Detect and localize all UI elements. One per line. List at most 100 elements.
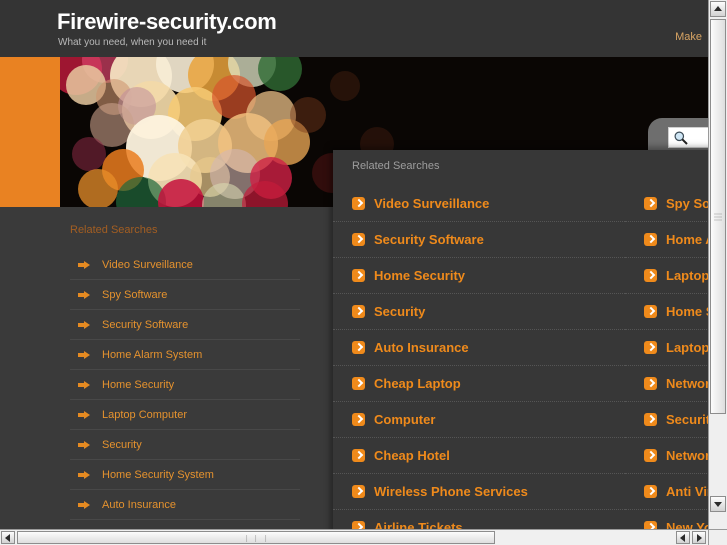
overlay-item-label: Networ [666, 376, 708, 391]
sidebar-item-label: Spy Software [102, 288, 168, 301]
overlay-item-label: Security [374, 304, 426, 319]
overlay-item-video-surveillance[interactable]: Video Surveillance [333, 186, 625, 222]
search-input[interactable] [668, 127, 708, 148]
sidebar-item-label: Home Security [102, 378, 175, 391]
overlay-item-anti-virus[interactable]: Anti Vir [625, 474, 708, 510]
overlay-item-label: Home S [666, 304, 708, 319]
sidebar-item-label: Security Software [102, 318, 189, 331]
chevron-right-badge-icon [352, 341, 365, 354]
overlay-item-label: New Yo [666, 520, 708, 529]
header-corner-link[interactable]: Make [675, 31, 702, 43]
scroll-right-arrow-icon [697, 533, 702, 542]
site-tagline: What you need, when you need it [58, 37, 207, 48]
scroll-right-button-left-pair[interactable] [676, 531, 690, 544]
sidebar-item-laptop-computer[interactable]: Laptop Computer [70, 400, 300, 430]
overlay-item-home-security-system[interactable]: Home S [625, 294, 708, 330]
chevron-right-badge-icon [644, 233, 657, 246]
sidebar-item-label: Home Alarm System [102, 348, 203, 361]
overlay-item-wireless-phone-services[interactable]: Wireless Phone Services [333, 474, 625, 510]
horizontal-scrollbar[interactable] [0, 529, 708, 545]
arrow-right-icon [78, 440, 90, 449]
overlay-item-network-2[interactable]: Networ [625, 438, 708, 474]
chevron-right-badge-icon [644, 341, 657, 354]
vertical-scrollbar-thumb[interactable] [710, 19, 726, 414]
sidebar-item-video-surveillance[interactable]: Video Surveillance [70, 250, 300, 280]
page-content: Firewire-security.com What you need, whe… [0, 0, 708, 529]
overlay-item-label: Cheap Hotel [374, 448, 450, 463]
overlay-item-label: Airline Tickets [374, 520, 463, 529]
overlay-left-column: Video Surveillance Security Software Hom… [333, 186, 625, 529]
chevron-right-badge-icon [352, 377, 365, 390]
overlay-item-label: Home A [666, 232, 708, 247]
arrow-right-icon [78, 350, 90, 359]
sidebar-item-label: Video Surveillance [102, 258, 193, 271]
chevron-right-badge-icon [352, 197, 365, 210]
scroll-down-button[interactable] [710, 496, 726, 512]
overlay-columns: Video Surveillance Security Software Hom… [333, 186, 708, 529]
arrow-right-icon [78, 380, 90, 389]
sidebar-item-security[interactable]: Security [70, 430, 300, 460]
overlay-item-computer[interactable]: Computer [333, 402, 625, 438]
chevron-right-badge-icon [644, 413, 657, 426]
chevron-right-badge-icon [352, 305, 365, 318]
browser-viewport: Firewire-security.com What you need, whe… [0, 0, 727, 545]
chevron-right-badge-icon [352, 521, 365, 529]
arrow-right-icon [78, 290, 90, 299]
overlay-item-label: Video Surveillance [374, 196, 490, 211]
scroll-down-arrow-icon [714, 502, 722, 507]
overlay-item-home-alarm[interactable]: Home A [625, 222, 708, 258]
scrollbar-grip-icon [244, 529, 268, 545]
arrow-right-icon [78, 410, 90, 419]
sidebar-item-home-security-system[interactable]: Home Security System [70, 460, 300, 490]
chevron-right-badge-icon [644, 377, 657, 390]
related-searches-overlay: Related Searches Video Surveillance Secu… [333, 150, 708, 529]
overlay-item-label: Anti Vir [666, 484, 708, 499]
arrow-right-icon [78, 320, 90, 329]
overlay-item-network-1[interactable]: Networ [625, 366, 708, 402]
arrow-right-icon [78, 500, 90, 509]
sidebar-item-auto-insurance[interactable]: Auto Insurance [70, 490, 300, 520]
banner-orange-block [0, 57, 60, 207]
sidebar-item-security-software[interactable]: Security Software [70, 310, 300, 340]
overlay-item-security-software[interactable]: Security Software [333, 222, 625, 258]
overlay-item-label: Home Security [374, 268, 466, 283]
overlay-item-label: Auto Insurance [374, 340, 469, 355]
chevron-right-badge-icon [644, 485, 657, 498]
overlay-item-airline-tickets[interactable]: Airline Tickets [333, 510, 625, 529]
chevron-right-badge-icon [644, 197, 657, 210]
sidebar-item-label: Laptop Computer [102, 408, 187, 421]
sidebar-item-label: Security [102, 438, 142, 451]
chevron-right-badge-icon [352, 269, 365, 282]
overlay-item-label: Networ [666, 448, 708, 463]
overlay-item-label: Spy So [666, 196, 708, 211]
overlay-item-auto-insurance[interactable]: Auto Insurance [333, 330, 625, 366]
chevron-right-badge-icon [644, 305, 657, 318]
overlay-item-home-security[interactable]: Home Security [333, 258, 625, 294]
vertical-scrollbar[interactable] [708, 0, 727, 529]
overlay-item-security[interactable]: Securit [625, 402, 708, 438]
horizontal-scrollbar-thumb[interactable] [17, 531, 495, 544]
scroll-right-button[interactable] [692, 531, 706, 544]
overlay-item-cheap-hotel[interactable]: Cheap Hotel [333, 438, 625, 474]
scroll-left-arrow-icon [680, 533, 685, 542]
scrollbar-corner [708, 529, 727, 545]
site-header: Firewire-security.com What you need, whe… [0, 0, 708, 57]
chevron-right-badge-icon [352, 233, 365, 246]
overlay-item-laptop[interactable]: Laptop [625, 258, 708, 294]
sidebar-item-home-security[interactable]: Home Security [70, 370, 300, 400]
overlay-item-new-york[interactable]: New Yo [625, 510, 708, 529]
overlay-item-spy-software[interactable]: Spy So [625, 186, 708, 222]
chevron-right-badge-icon [352, 485, 365, 498]
sidebar-item-spy-software[interactable]: Spy Software [70, 280, 300, 310]
overlay-item-cheap-laptop[interactable]: Cheap Laptop [333, 366, 625, 402]
overlay-heading: Related Searches [352, 160, 440, 172]
sidebar-item-home-alarm-system[interactable]: Home Alarm System [70, 340, 300, 370]
scroll-up-button[interactable] [710, 1, 726, 17]
scroll-left-button[interactable] [1, 531, 15, 544]
overlay-item-label: Computer [374, 412, 436, 427]
chevron-right-badge-icon [352, 413, 365, 426]
overlay-item-security[interactable]: Security [333, 294, 625, 330]
overlay-item-label: Laptop [666, 268, 708, 283]
overlay-item-laptop-computer[interactable]: Laptop [625, 330, 708, 366]
search-icon [674, 131, 688, 145]
